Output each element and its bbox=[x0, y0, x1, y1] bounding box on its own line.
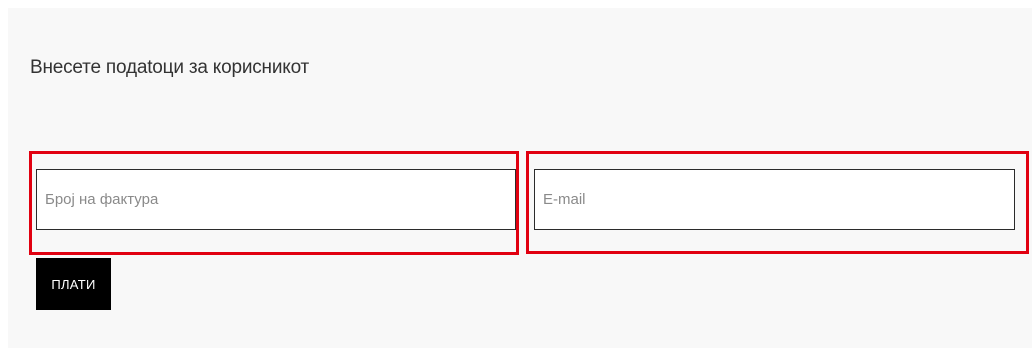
pay-button[interactable]: ПЛАТИ bbox=[36, 258, 111, 310]
invoice-number-input[interactable] bbox=[36, 169, 516, 230]
email-input[interactable] bbox=[534, 169, 1015, 230]
form-heading: Внесете подаtоци за корисникот bbox=[30, 57, 310, 78]
